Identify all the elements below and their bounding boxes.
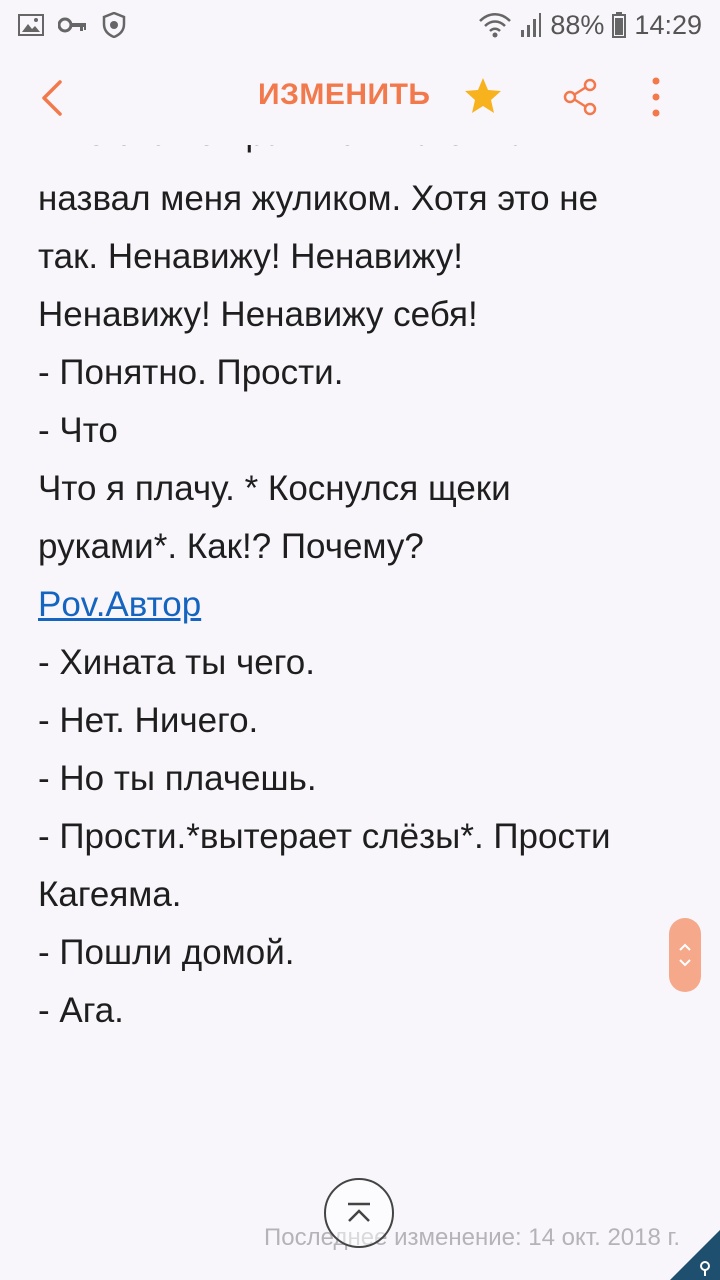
status-bar: 88% 14:29 (0, 0, 720, 50)
pov-author-link[interactable]: Pov.Автор (38, 585, 201, 624)
shield-icon (102, 12, 126, 38)
battery-icon (612, 12, 627, 38)
text-line: Ненавижу! Ненавижу себя! (38, 295, 478, 334)
text-line: Кагеяма. (38, 875, 182, 914)
chevron-down-icon (679, 959, 691, 967)
text-line: руками*. Как!? Почему? (38, 527, 424, 566)
text-line: назвал меня жуликом. Хотя это не (38, 179, 599, 218)
text-line: - Хината ты чего. (38, 643, 315, 682)
gallery-icon (18, 14, 44, 36)
text-line: - Пошли домой. (38, 933, 295, 972)
fast-scroll-handle[interactable] (669, 918, 701, 992)
battery-percent: 88% (550, 9, 605, 40)
text-line: - Нет. Ничего. (38, 701, 259, 740)
partial-text-line: Мне это не нравится. Кагеяма (38, 145, 698, 165)
edit-button[interactable]: ИЗМЕНИТЬ (258, 78, 430, 112)
wifi-icon (479, 13, 512, 38)
text-line: - Понятно. Прости. (38, 353, 344, 392)
text-line: - Ага. (38, 991, 124, 1030)
text-line: Что я плачу. * Коснулся щеки (38, 469, 511, 508)
text-line: - Что (38, 411, 118, 450)
share-icon[interactable] (562, 78, 598, 116)
star-icon[interactable] (463, 76, 503, 116)
text-line: - Прости.*вытерает слёзы*. Прости (38, 817, 611, 856)
scroll-to-top-icon (348, 1202, 370, 1222)
text-line: так. Ненавижу! Ненавижу! (38, 237, 464, 276)
back-arrow-icon[interactable] (34, 78, 74, 118)
scroll-to-top-button[interactable] (324, 1178, 394, 1248)
text-line: - Но ты плачешь. (38, 759, 317, 798)
signal-icon (521, 13, 542, 37)
help-corner-icon[interactable] (660, 1220, 720, 1280)
chevron-up-icon (679, 943, 691, 951)
note-body[interactable]: назвал меня жуликом. Хотя это не так. Не… (38, 120, 698, 1040)
key-icon (58, 17, 86, 33)
clock: 14:29 (634, 9, 702, 40)
more-options-icon[interactable] (645, 75, 667, 119)
last-modified-text: Последнее изменение: 14 окт. 2018 г. (264, 1224, 680, 1251)
